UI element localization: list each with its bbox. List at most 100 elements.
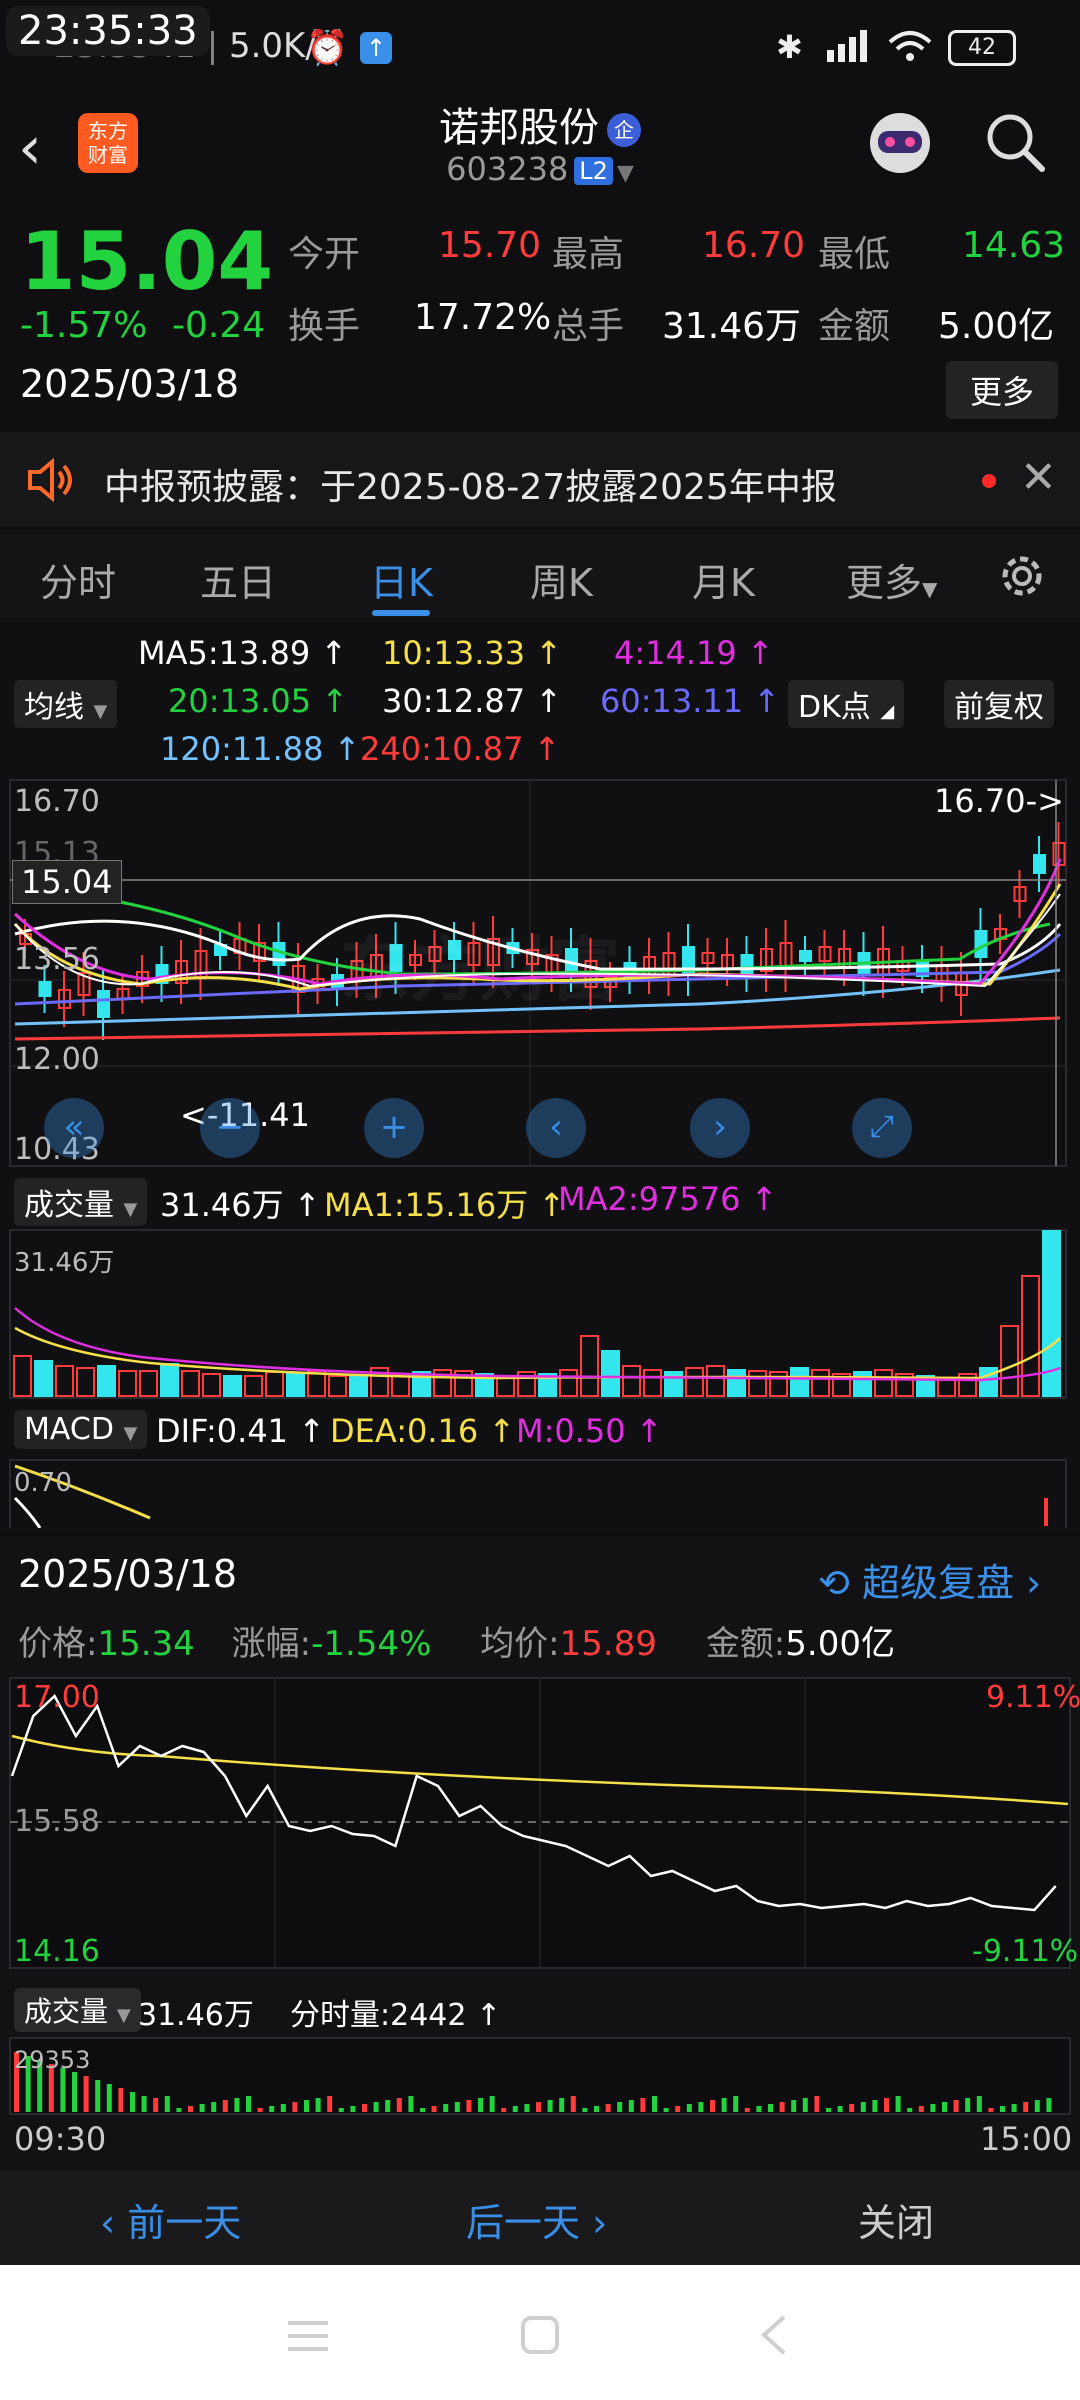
- intraday-volume-bar: [153, 2098, 159, 2112]
- close-button[interactable]: 关闭: [858, 2192, 934, 2247]
- intraday-volume-bar: [431, 2106, 437, 2112]
- intraday-y-top: 17.00: [14, 1680, 100, 1715]
- volume-bar: [748, 1370, 767, 1397]
- candle-body: [38, 981, 52, 997]
- intraday-volume-bar: [930, 2104, 936, 2112]
- stock-code: 603238: [446, 150, 569, 188]
- intraday-volume-bar: [188, 2106, 193, 2112]
- intraday-volume-bar: [280, 2104, 286, 2112]
- macd-axis: 0.70: [14, 1468, 72, 1498]
- ma240-value: 240:10.87 ↑: [360, 730, 561, 768]
- ma-selector-button[interactable]: 均线 ▼: [14, 680, 118, 728]
- tab-more[interactable]: 更多▼: [846, 552, 937, 607]
- turnover-value: 17.72%: [414, 297, 552, 338]
- search-icon[interactable]: [982, 109, 1048, 179]
- battery-icon: 42: [948, 30, 1016, 66]
- amount-label: 金额: [818, 306, 891, 347]
- volume-bar: [706, 1365, 725, 1397]
- volume-bar: [601, 1350, 620, 1397]
- volume-bar: [1000, 1325, 1019, 1397]
- intraday-volume-bar: [234, 2098, 240, 2112]
- stock-name: 诺邦股份: [439, 105, 599, 151]
- next-day-button[interactable]: 后一天 ›: [466, 2192, 607, 2247]
- back-nav-icon[interactable]: [758, 2313, 788, 2361]
- intraday-volume-bar: [536, 2102, 541, 2112]
- intraday-volume-bar: [408, 2096, 414, 2112]
- intraday-stats: 价格:15.34 涨幅:-1.54% 均价:15.89 金额:5.00亿: [18, 1616, 895, 1665]
- scroll-right-icon[interactable]: ›: [690, 1098, 750, 1158]
- intraday-volume-bar: [907, 2108, 913, 2112]
- intraday-volume-bar: [118, 2088, 124, 2112]
- quote-summary: 15.04 -1.57% -0.24 2025/03/18 今开 15.70 最…: [0, 205, 1080, 430]
- tab-weekly-k[interactable]: 周K: [530, 552, 593, 607]
- macd-dif-line: [13, 1496, 42, 1528]
- ma30-value: 30:12.87 ↑: [382, 682, 563, 720]
- high-label: 最高: [552, 234, 625, 275]
- intraday-volume-bar: [292, 2102, 298, 2112]
- tab-five-day[interactable]: 五日: [200, 552, 276, 607]
- settings-icon[interactable]: [996, 550, 1048, 611]
- price-adjust-button[interactable]: 前复权: [944, 680, 1054, 728]
- volume-bar: [328, 1375, 347, 1397]
- home-icon[interactable]: [520, 2315, 560, 2359]
- more-button[interactable]: 更多: [946, 361, 1058, 419]
- avg-value: 15.89: [559, 1624, 657, 1664]
- intraday-volume-bar: [478, 2098, 483, 2112]
- rewind-icon[interactable]: «: [44, 1098, 104, 1158]
- caret-icon: ▼: [116, 2005, 131, 2026]
- tab-daily-k[interactable]: 日K: [370, 552, 433, 607]
- avg-label: 均价:: [480, 1624, 560, 1664]
- super-replay-link[interactable]: ⟲ 超级复盘 ›: [818, 1552, 1041, 1607]
- ma-selector-label: 均线: [24, 690, 84, 725]
- zoom-out-icon[interactable]: −: [200, 1098, 260, 1158]
- dk-point-button[interactable]: DK点 ◢: [788, 680, 905, 728]
- intraday-volume-bar: [547, 2100, 553, 2112]
- caret-icon: ▼: [93, 701, 108, 722]
- candle-body: [97, 990, 110, 1018]
- intraday-volume-bar: [733, 2096, 739, 2112]
- volume-bar: [622, 1365, 641, 1397]
- volume-bar: [223, 1375, 242, 1397]
- zoom-in-icon[interactable]: +: [364, 1098, 424, 1158]
- fullscreen-icon[interactable]: ⤢: [852, 1098, 912, 1158]
- prev-day-button[interactable]: ‹ 前一天: [100, 2192, 241, 2247]
- change-label: 涨幅:: [231, 1624, 312, 1664]
- volume-bar: [286, 1373, 305, 1397]
- volume-axis-max: 31.46万: [14, 1248, 115, 1278]
- intraday-volume-bar: [315, 2098, 321, 2112]
- price-axis-top: 16.70: [14, 784, 100, 819]
- intraday-date: 2025/03/18: [18, 1552, 238, 1596]
- dropdown-icon: ▼: [616, 161, 634, 186]
- macd-indicator-button[interactable]: MACD ▼: [14, 1410, 148, 1449]
- tab-intraday[interactable]: 分时: [40, 552, 116, 607]
- intraday-volume-bar: [675, 2106, 681, 2112]
- volume-bar: [265, 1371, 284, 1397]
- unread-dot: [982, 474, 996, 488]
- intraday-volume-bar: [942, 2102, 947, 2112]
- low-label: 最低: [818, 234, 891, 275]
- time-start: 09:30: [14, 2120, 107, 2158]
- intraday-volume-bar: [582, 2108, 588, 2112]
- menu-icon[interactable]: [286, 2319, 330, 2357]
- intraday-volume-bar: [130, 2092, 135, 2112]
- period-tabs: 分时 五日 日K 周K 月K 更多▼: [0, 530, 1080, 622]
- intraday-chart[interactable]: [0, 1676, 1080, 1976]
- low-value: 14.63: [962, 225, 1066, 266]
- intraday-volume-bar: [338, 2108, 344, 2112]
- intraday-volume-bar: [860, 2102, 866, 2112]
- tab-monthly-k[interactable]: 月K: [692, 552, 755, 607]
- close-icon[interactable]: ✕: [1020, 452, 1057, 503]
- intraday-volume-bar: [872, 2100, 878, 2112]
- volume-bar: [643, 1369, 662, 1397]
- scroll-left-icon[interactable]: ‹: [526, 1098, 586, 1158]
- intraday-volume-bar: [918, 2106, 924, 2112]
- robot-assistant-icon[interactable]: [862, 103, 938, 179]
- wifi-icon: [886, 28, 934, 73]
- notice-bar[interactable]: 中报预披露：于2025-08-27披露2025年中报 ✕: [0, 432, 1080, 527]
- system-nav-bar: [0, 2265, 1080, 2400]
- volume-indicator-button[interactable]: 成交量 ▼: [14, 1178, 148, 1226]
- intraday-volume-button[interactable]: 成交量 ▼: [14, 1988, 141, 2032]
- amount-value: 5.00亿: [785, 1624, 895, 1664]
- volume-ma2: MA2:97576 ↑: [558, 1180, 778, 1218]
- intraday-volume-bar: [454, 2102, 460, 2112]
